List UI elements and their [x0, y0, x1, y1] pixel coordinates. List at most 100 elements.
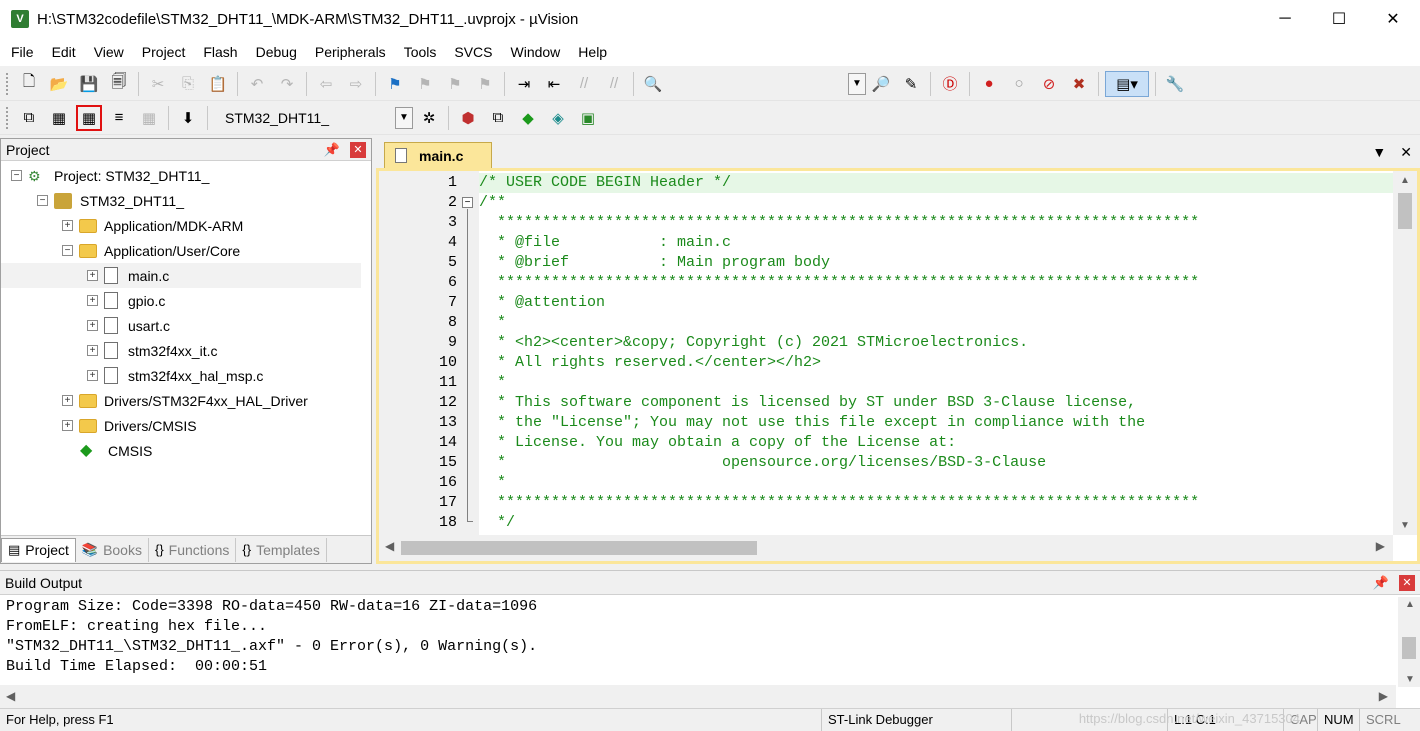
- code-line[interactable]: * opensource.org/licenses/BSD-3-Clause: [479, 453, 1393, 473]
- disable-breakpoints-icon[interactable]: ⊘: [1036, 71, 1062, 97]
- copy-icon[interactable]: ⎘: [175, 71, 201, 97]
- uncomment-icon[interactable]: //: [601, 71, 627, 97]
- code-line[interactable]: ****************************************…: [479, 493, 1393, 513]
- target-select[interactable]: STM32_DHT11_ ▼: [218, 106, 414, 130]
- code-line[interactable]: /* USER CODE BEGIN Header */: [479, 173, 1393, 193]
- code-line[interactable]: ****************************************…: [479, 273, 1393, 293]
- menu-svcs[interactable]: SVCS: [445, 44, 501, 60]
- code-line[interactable]: * @attention: [479, 293, 1393, 313]
- collapse-icon[interactable]: −: [37, 195, 48, 206]
- scroll-down-icon[interactable]: ▼: [1398, 674, 1420, 685]
- open-file-icon[interactable]: 📂: [46, 71, 72, 97]
- code-line[interactable]: * @file : main.c: [479, 233, 1393, 253]
- code-line[interactable]: *: [479, 473, 1393, 493]
- code-area[interactable]: /* USER CODE BEGIN Header */ /** *******…: [479, 171, 1393, 535]
- tree-item-file[interactable]: + gpio.c: [87, 288, 165, 313]
- window-layout-icon[interactable]: ▤▾: [1105, 70, 1149, 97]
- build-icon[interactable]: ▦: [46, 105, 72, 131]
- menu-tools[interactable]: Tools: [395, 44, 446, 60]
- close-panel-icon[interactable]: ✕: [350, 141, 366, 158]
- tree-item-group[interactable]: + Application/MDK-ARM: [62, 213, 243, 238]
- indent-icon[interactable]: ⇥: [511, 71, 537, 97]
- expand-icon[interactable]: +: [62, 220, 73, 231]
- incremental-find-icon[interactable]: ✎: [898, 71, 924, 97]
- manage-project-items-icon[interactable]: ⬢: [455, 105, 481, 131]
- menu-window[interactable]: Window: [502, 44, 570, 60]
- code-line[interactable]: *: [479, 373, 1393, 393]
- menu-debug[interactable]: Debug: [247, 44, 306, 60]
- expand-icon[interactable]: +: [87, 295, 98, 306]
- collapse-icon[interactable]: −: [11, 170, 22, 181]
- redo-icon[interactable]: ↷: [274, 71, 300, 97]
- new-file-icon[interactable]: 🗋: [16, 71, 42, 97]
- close-tab-icon[interactable]: ✕: [1400, 144, 1412, 161]
- prev-bookmark-icon[interactable]: ⚑: [412, 71, 438, 97]
- tree-item-group[interactable]: + Drivers/CMSIS: [62, 413, 197, 438]
- tab-main-c[interactable]: main.c: [384, 142, 492, 168]
- configure-icon[interactable]: 🔧: [1162, 71, 1188, 97]
- unindent-icon[interactable]: ⇤: [541, 71, 567, 97]
- code-line[interactable]: * This software component is licensed by…: [479, 393, 1393, 413]
- pack-installer-icon[interactable]: ▣: [575, 105, 601, 131]
- toolbar-grip[interactable]: [6, 72, 10, 95]
- find-in-files-icon[interactable]: 🔍: [640, 71, 666, 97]
- tree-item-file[interactable]: + stm32f4xx_hal_msp.c: [87, 363, 263, 388]
- expand-icon[interactable]: +: [62, 395, 73, 406]
- maximize-button[interactable]: ☐: [1312, 0, 1366, 38]
- pin-icon[interactable]: 📌: [1373, 575, 1389, 591]
- menu-view[interactable]: View: [85, 44, 133, 60]
- scrollbar-thumb[interactable]: [1402, 637, 1416, 659]
- close-panel-icon[interactable]: ✕: [1399, 574, 1415, 591]
- expand-icon[interactable]: +: [87, 320, 98, 331]
- target-dropdown-icon[interactable]: ▼: [395, 106, 413, 129]
- close-button[interactable]: ✕: [1366, 0, 1420, 38]
- tree-item-project[interactable]: − ⚙ Project: STM32_DHT11_: [11, 163, 209, 188]
- kill-breakpoints-icon[interactable]: ✖: [1066, 71, 1092, 97]
- code-line[interactable]: */: [479, 513, 1393, 533]
- scroll-up-icon[interactable]: ▲: [1393, 175, 1417, 186]
- pin-icon[interactable]: 📌: [324, 142, 340, 158]
- scroll-down-icon[interactable]: ▼: [1393, 520, 1417, 531]
- build-vertical-scrollbar[interactable]: ▲ ▼: [1398, 597, 1420, 687]
- insert-breakpoint-icon[interactable]: ●: [976, 71, 1002, 97]
- select-software-packs-icon[interactable]: ◈: [545, 105, 571, 131]
- tab-templates[interactable]: {} Templates: [236, 537, 327, 562]
- tab-project[interactable]: ▤ Project: [1, 537, 76, 562]
- code-line[interactable]: * All rights reserved.</center></h2>: [479, 353, 1393, 373]
- fold-collapse-icon[interactable]: −: [462, 197, 473, 208]
- menu-peripherals[interactable]: Peripherals: [306, 44, 395, 60]
- expand-icon[interactable]: +: [87, 270, 98, 281]
- scrollbar-thumb[interactable]: [1398, 193, 1412, 229]
- menu-help[interactable]: Help: [569, 44, 616, 60]
- rebuild-icon[interactable]: ▦: [76, 104, 102, 131]
- expand-icon[interactable]: +: [87, 345, 98, 356]
- save-all-icon[interactable]: 🗐: [106, 71, 132, 97]
- manage-multi-project-icon[interactable]: ⧉: [485, 105, 511, 131]
- expand-icon[interactable]: +: [87, 370, 98, 381]
- navigate-back-icon[interactable]: ⇦: [313, 71, 339, 97]
- clear-bookmarks-icon[interactable]: ⚑: [472, 71, 498, 97]
- scroll-right-icon[interactable]: ▶: [1379, 689, 1388, 703]
- comment-icon[interactable]: //: [571, 71, 597, 97]
- build-output-text[interactable]: Program Size: Code=3398 RO-data=450 RW-d…: [0, 597, 1396, 685]
- tab-books[interactable]: 📚 Books: [76, 537, 149, 562]
- code-line[interactable]: *: [479, 313, 1393, 333]
- find-icon[interactable]: 🔎: [868, 71, 894, 97]
- tree-item-file[interactable]: + stm32f4xx_it.c: [87, 338, 217, 363]
- scroll-left-icon[interactable]: ◀: [385, 539, 394, 553]
- next-bookmark-icon[interactable]: ⚑: [442, 71, 468, 97]
- tree-item-file[interactable]: + usart.c: [87, 313, 170, 338]
- load-download-icon[interactable]: ⬇: [175, 105, 201, 131]
- tab-list-dropdown-icon[interactable]: ▼: [1372, 144, 1386, 161]
- debug-session-icon[interactable]: Ⓓ: [937, 71, 963, 97]
- code-line[interactable]: /**: [479, 193, 1393, 213]
- scroll-left-icon[interactable]: ◀: [6, 689, 15, 703]
- build-horizontal-scrollbar[interactable]: ◀ ▶: [0, 685, 1396, 709]
- tab-functions[interactable]: {} Functions: [149, 537, 237, 562]
- find-combo-dropdown-icon[interactable]: ▼: [848, 72, 866, 95]
- scrollbar-thumb[interactable]: [401, 541, 757, 555]
- code-line[interactable]: * the "License"; You may not use this fi…: [479, 413, 1393, 433]
- code-line[interactable]: * License. You may obtain a copy of the …: [479, 433, 1393, 453]
- code-line[interactable]: * <h2><center>&copy; Copyright (c) 2021 …: [479, 333, 1393, 353]
- menu-file[interactable]: File: [2, 44, 43, 60]
